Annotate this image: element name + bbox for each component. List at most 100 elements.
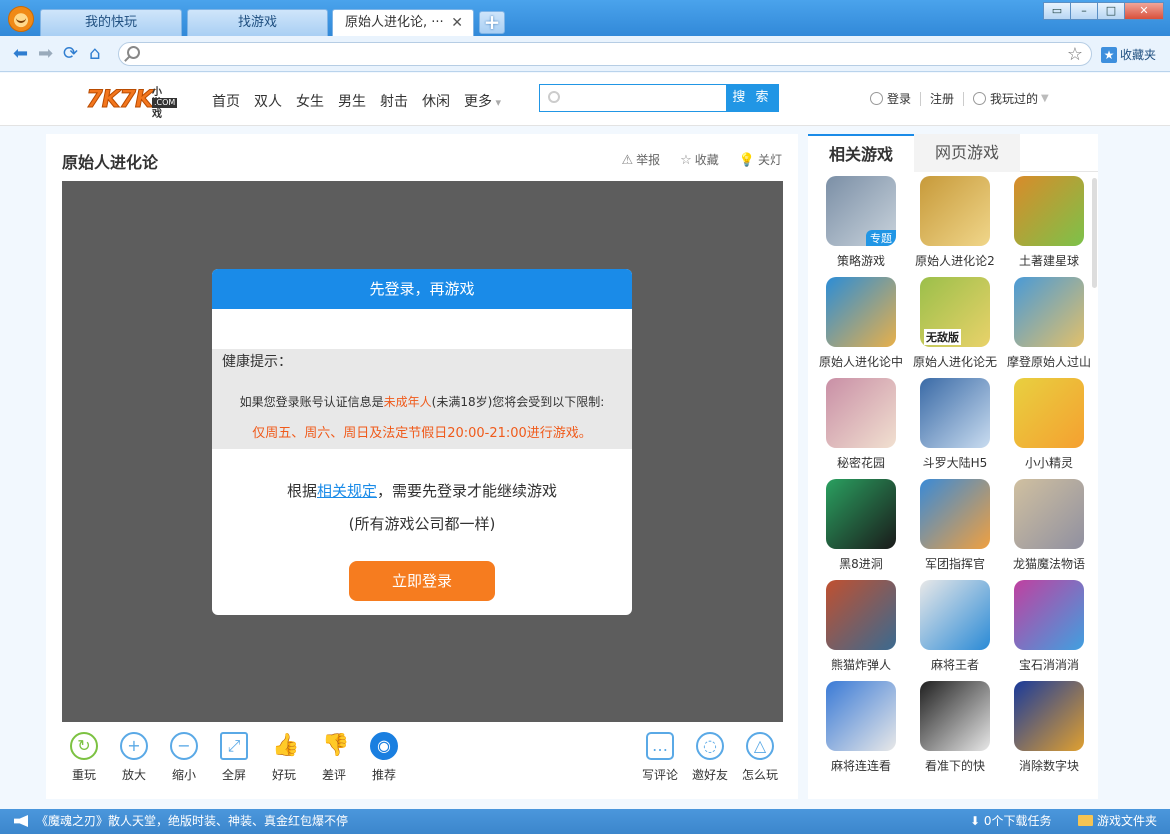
related-game-item[interactable]: 原始人进化论2 [908,176,1002,269]
favorites-label: 收藏夹 [1120,48,1157,62]
tab-current-game[interactable]: 原始人进化论, ··· ✕ [332,9,474,36]
search-icon [127,46,140,59]
tab-web-games[interactable]: 网页游戏 [914,134,1020,172]
game-label: 原始人进化论无 [912,355,997,369]
game-label: 看准下的快 [924,759,985,773]
collect-button[interactable]: ☆ 收藏 [680,151,719,168]
search-button[interactable]: 搜 索 [726,85,778,111]
related-game-item[interactable]: 宝石消消消 [1002,580,1096,673]
search-icon [548,91,560,103]
played-games-link[interactable]: 我玩过的 [990,90,1038,107]
downloads-link[interactable]: ⬇ 0个下载任务 [970,809,1052,834]
zoom-in-label: 放大 [121,768,146,782]
nav-shooting[interactable]: 射击 [380,91,408,111]
related-game-item[interactable]: 摩登原始人过山 [1002,277,1096,370]
register-link[interactable]: 注册 [930,90,954,107]
logo-text: 7K7K [86,85,155,114]
related-game-item[interactable]: 无敌版 原始人进化论无 [908,277,1002,370]
comment-icon: … [646,732,674,760]
minimize-button[interactable]: – [1070,2,1098,20]
game-label: 龙猫魔法物语 [1012,557,1085,571]
related-game-item[interactable]: 看准下的快 [908,681,1002,774]
site-logo[interactable]: 7K7K 小游戏 .COM [86,85,178,120]
status-bar: 《魔魂之刃》散人天堂，绝版时装、神装、真金红包爆不停 ⬇ 0个下载任务 游戏文件… [0,809,1170,834]
related-game-item[interactable]: 黑8进洞 [814,479,908,572]
recommend-icon: ◉ [370,732,398,760]
like-button[interactable]: 👍 好玩 [262,732,306,783]
tab-related-games[interactable]: 相关游戏 [808,134,914,172]
regulations-link[interactable]: 相关规定 [317,482,377,500]
invite-label: 邀好友 [691,768,728,782]
related-game-item[interactable]: 斗罗大陆H5 [908,378,1002,471]
close-icon[interactable]: ✕ [451,10,463,36]
bookmark-star-icon[interactable]: ☆ [1067,44,1083,65]
message-text: ，需要先登录才能继续游戏 [377,482,558,500]
related-game-item[interactable]: 麻将王者 [908,580,1002,673]
site-search-input[interactable] [566,88,721,108]
report-button[interactable]: ⚠ 举报 [621,151,660,168]
lights-off-button[interactable]: 💡 关灯 [739,151,782,168]
login-now-button[interactable]: 立即登录 [349,561,495,601]
zoom-in-button[interactable]: + 放大 [112,732,156,783]
login-link[interactable]: 登录 [887,90,911,107]
related-game-item[interactable]: 麻将连连看 [814,681,908,774]
title-bar: 我的快玩 找游戏 原始人进化论, ··· ✕ + ▭ – □ ✕ [0,0,1170,36]
game-label: 黑8进洞 [839,557,883,571]
forward-arrow-icon[interactable]: ➡ [38,45,53,63]
nav-girls[interactable]: 女生 [296,91,324,111]
news-ticker[interactable]: 《魔魂之刃》散人天堂，绝版时装、神装、真金红包爆不停 [36,809,348,834]
game-thumbnail [920,681,990,751]
divider [963,91,965,106]
favorites-button[interactable]: ★ 收藏夹 [1101,46,1156,63]
zoom-out-label: 缩小 [171,768,196,782]
app-logo-icon[interactable] [8,6,34,32]
related-game-item[interactable]: 土著建星球 [1002,176,1096,269]
game-label: 熊猫炸弹人 [830,658,891,672]
nav-two-player[interactable]: 双人 [254,91,282,111]
related-game-item[interactable]: 消除数字块 [1002,681,1096,774]
nav-boys[interactable]: 男生 [338,91,366,111]
report-label: 举报 [636,153,661,167]
tip-highlight: 未成年人 [383,395,432,409]
comment-button[interactable]: … 写评论 [638,732,682,783]
skin-button[interactable]: ▭ [1043,2,1071,20]
related-game-item[interactable]: 小小精灵 [1002,378,1096,471]
related-game-item[interactable]: 军团指挥官 [908,479,1002,572]
fullscreen-button[interactable]: ⤢ 全屏 [212,732,256,783]
tab-find-games[interactable]: 找游戏 [187,9,328,36]
game-folder-link[interactable]: 游戏文件夹 [1078,809,1157,834]
nav-casual[interactable]: 休闲 [422,91,450,111]
home-icon[interactable]: ⌂ [89,45,100,63]
refresh-icon[interactable]: ⟳ [63,45,78,63]
related-game-item[interactable]: 熊猫炸弹人 [814,580,908,673]
related-game-item[interactable]: 秘密花园 [814,378,908,471]
nav-more[interactable]: 更多 [464,91,501,111]
new-tab-button[interactable]: + [479,11,505,34]
close-window-button[interactable]: ✕ [1124,2,1164,20]
tip-text: 如果您登录账号认证信息是 [239,395,384,409]
site-search: 搜 索 [539,84,779,112]
invite-friends-button[interactable]: ◌ 邀好友 [688,732,732,783]
back-arrow-icon[interactable]: ⬅ [13,45,28,63]
replay-button[interactable]: ↻ 重玩 [62,732,106,783]
dialog-header: 先登录，再游戏 [212,269,632,309]
window-controls: ▭ – □ ✕ [1043,2,1164,20]
url-input[interactable]: ☆ [118,42,1092,66]
user-icon [870,92,883,105]
how-to-play-button[interactable]: △ 怎么玩 [738,732,782,783]
tip-line: 如果您登录账号认证信息是未成年人(未满18岁)您将会受到以下限制: [212,393,632,410]
game-canvas[interactable]: 先登录，再游戏 健康提示： 如果您登录账号认证信息是未成年人(未满18岁)您将会… [62,181,783,722]
related-game-item[interactable]: 专题 策略游戏 [814,176,908,269]
dislike-button[interactable]: 👎 差评 [312,732,356,783]
related-game-item[interactable]: 原始人进化论中 [814,277,908,370]
zoom-out-button[interactable]: − 缩小 [162,732,206,783]
game-badge: 专题 [866,230,896,246]
game-thumbnail [1014,681,1084,751]
tab-my-games[interactable]: 我的快玩 [40,9,182,36]
folder-label: 游戏文件夹 [1097,814,1158,828]
related-game-item[interactable]: 龙猫魔法物语 [1002,479,1096,572]
maximize-button[interactable]: □ [1097,2,1125,20]
nav-home[interactable]: 首页 [212,91,240,111]
recommend-button[interactable]: ◉ 推荐 [362,732,406,783]
game-thumbnail: 专题 [826,176,896,246]
